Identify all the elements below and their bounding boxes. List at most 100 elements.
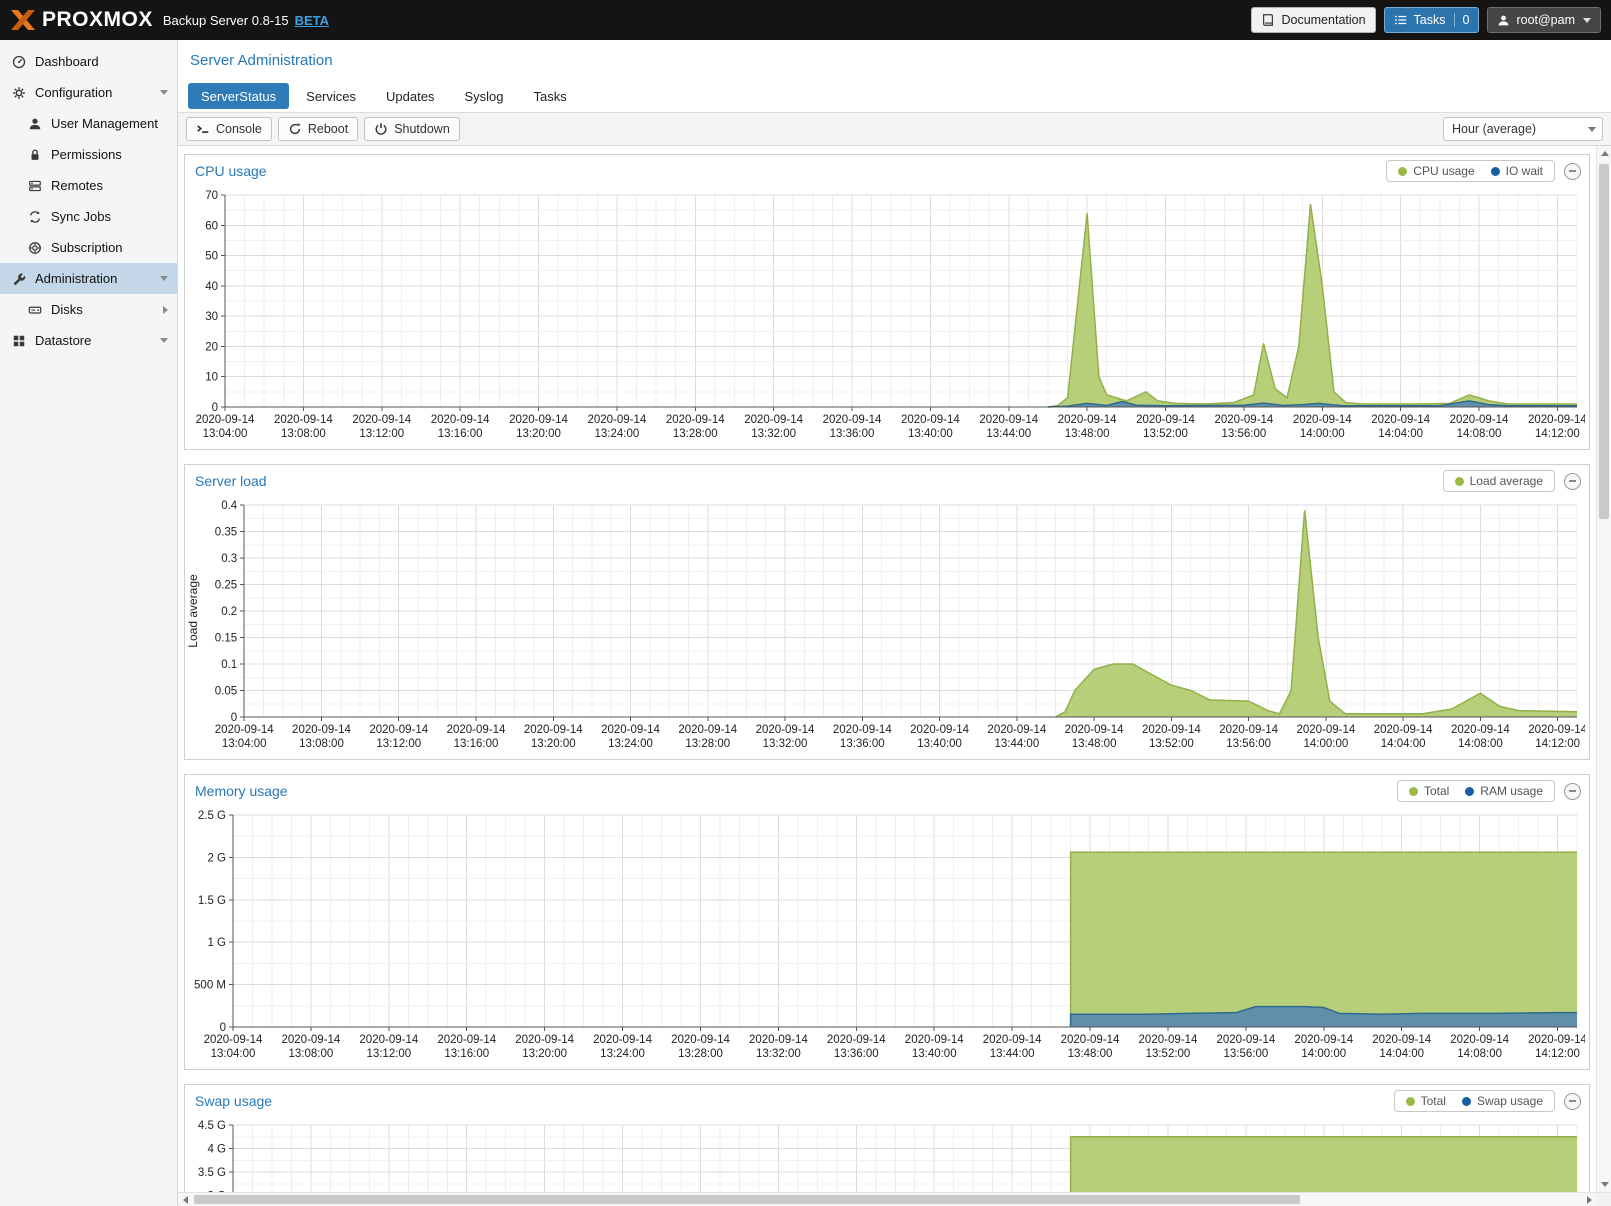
- svg-text:2020-09-14: 2020-09-14: [1139, 1034, 1198, 1046]
- svg-text:13:32:00: 13:32:00: [763, 738, 808, 750]
- svg-text:13:56:00: 13:56:00: [1226, 738, 1271, 750]
- legend-dot: [1409, 787, 1418, 796]
- svg-text:2020-09-14: 2020-09-14: [1219, 724, 1278, 736]
- collapse-panel-button[interactable]: [1564, 163, 1581, 180]
- tab-syslog[interactable]: Syslog: [451, 83, 516, 109]
- chart-title: CPU usage: [195, 163, 267, 179]
- svg-text:13:16:00: 13:16:00: [454, 738, 499, 750]
- minus-icon: [1569, 1100, 1576, 1102]
- user-menu-button[interactable]: root@pam: [1487, 7, 1601, 33]
- sidebar-item-remotes[interactable]: Remotes: [0, 170, 177, 201]
- power-icon: [374, 122, 388, 136]
- svg-text:2020-09-14: 2020-09-14: [749, 1034, 808, 1046]
- svg-text:2020-09-14: 2020-09-14: [369, 724, 428, 736]
- chevron-down-icon[interactable]: [160, 276, 168, 281]
- proxmox-logo: PROXMOX: [10, 8, 153, 32]
- svg-text:13:36:00: 13:36:00: [840, 738, 885, 750]
- scroll-up-arrow[interactable]: [1597, 146, 1611, 161]
- sidebar-item-label: Sync Jobs: [51, 209, 111, 224]
- collapse-panel-button[interactable]: [1564, 1093, 1581, 1110]
- horizontal-scroll-thumb[interactable]: [194, 1195, 1300, 1204]
- time-range-select[interactable]: Hour (average): [1443, 117, 1603, 141]
- chevron-down-icon[interactable]: [160, 90, 168, 95]
- svg-text:13:20:00: 13:20:00: [531, 738, 576, 750]
- svg-text:2020-09-14: 2020-09-14: [359, 1034, 418, 1046]
- task-list-icon: [1394, 13, 1408, 27]
- svg-text:13:56:00: 13:56:00: [1223, 1048, 1268, 1060]
- svg-text:13:52:00: 13:52:00: [1146, 1048, 1191, 1060]
- subscription-icon: [26, 241, 44, 255]
- svg-text:14:12:00: 14:12:00: [1535, 1048, 1580, 1060]
- legend-item: Load average: [1455, 474, 1543, 488]
- svg-text:2020-09-14: 2020-09-14: [1216, 1034, 1275, 1046]
- tab-services[interactable]: Services: [293, 83, 369, 109]
- sidebar-item-dashboard[interactable]: Dashboard: [0, 46, 177, 77]
- vertical-scroll-thumb[interactable]: [1599, 164, 1609, 519]
- tab-serverstatus[interactable]: ServerStatus: [188, 83, 289, 109]
- svg-text:13:48:00: 13:48:00: [1072, 738, 1117, 750]
- sidebar-item-label: Remotes: [51, 178, 103, 193]
- svg-text:2020-09-14: 2020-09-14: [756, 724, 815, 736]
- sidebar-item-subscription[interactable]: Subscription: [0, 232, 177, 263]
- shutdown-label: Shutdown: [394, 122, 450, 136]
- svg-text:2020-09-14: 2020-09-14: [437, 1034, 496, 1046]
- scroll-right-arrow[interactable]: [1582, 1193, 1596, 1206]
- svg-text:14:00:00: 14:00:00: [1301, 1048, 1346, 1060]
- tab-updates[interactable]: Updates: [373, 83, 447, 109]
- svg-text:13:44:00: 13:44:00: [990, 1048, 1035, 1060]
- svg-text:2020-09-14: 2020-09-14: [910, 724, 969, 736]
- documentation-button[interactable]: Documentation: [1251, 7, 1375, 33]
- sidebar-item-disks[interactable]: Disks: [0, 294, 177, 325]
- sidebar-item-permissions[interactable]: Permissions: [0, 139, 177, 170]
- collapse-panel-button[interactable]: [1564, 783, 1581, 800]
- vertical-scrollbar[interactable]: [1596, 146, 1611, 1192]
- svg-text:13:52:00: 13:52:00: [1149, 738, 1194, 750]
- svg-text:2020-09-14: 2020-09-14: [1451, 724, 1510, 736]
- chevron-right-icon[interactable]: [163, 306, 168, 314]
- sidebar-item-administration[interactable]: Administration: [0, 263, 177, 294]
- svg-text:0.3: 0.3: [221, 553, 237, 565]
- sidebar-item-datastore[interactable]: Datastore: [0, 325, 177, 356]
- legend-dot: [1465, 787, 1474, 796]
- sidebar-item-sync-jobs[interactable]: Sync Jobs: [0, 201, 177, 232]
- panels-viewport[interactable]: CPU usageCPU usageIO wait010203040506070…: [178, 146, 1596, 1192]
- svg-text:2020-09-14: 2020-09-14: [281, 1034, 340, 1046]
- svg-text:2020-09-14: 2020-09-14: [1294, 1034, 1353, 1046]
- scroll-left-arrow[interactable]: [178, 1193, 192, 1206]
- reboot-button[interactable]: Reboot: [278, 117, 358, 141]
- sidebar-item-label: Permissions: [51, 147, 122, 162]
- disks-icon: [26, 303, 44, 317]
- sidebar-item-configuration[interactable]: Configuration: [0, 77, 177, 108]
- svg-text:2020-09-14: 2020-09-14: [204, 1034, 263, 1046]
- svg-text:13:08:00: 13:08:00: [299, 738, 344, 750]
- collapse-panel-button[interactable]: [1564, 473, 1581, 490]
- chart-title: Memory usage: [195, 783, 288, 799]
- sidebar-nav: DashboardConfigurationUser Management Per…: [0, 40, 178, 1206]
- svg-text:500 M: 500 M: [194, 980, 226, 992]
- tab-tasks[interactable]: Tasks: [520, 83, 579, 109]
- sidebar-item-label: Datastore: [35, 333, 91, 348]
- svg-text:13:16:00: 13:16:00: [444, 1048, 489, 1060]
- chart-swap-usage: 0500 M1 G1.5 G2 G2.5 G3 G3.5 G4 G4.5 G20…: [185, 1117, 1585, 1192]
- toolbar: Console Reboot Shutdown Hour (average): [178, 112, 1611, 146]
- svg-text:13:48:00: 13:48:00: [1065, 428, 1110, 440]
- svg-text:2020-09-14: 2020-09-14: [196, 414, 255, 426]
- scroll-down-arrow[interactable]: [1597, 1177, 1611, 1192]
- console-button[interactable]: Console: [186, 117, 272, 141]
- sidebar-item-user-management[interactable]: User Management: [0, 108, 177, 139]
- svg-text:13:32:00: 13:32:00: [756, 1048, 801, 1060]
- chevron-down-icon[interactable]: [160, 338, 168, 343]
- svg-text:13:04:00: 13:04:00: [203, 428, 248, 440]
- svg-text:2020-09-14: 2020-09-14: [601, 724, 660, 736]
- svg-text:1.5 G: 1.5 G: [198, 895, 226, 907]
- svg-text:2020-09-14: 2020-09-14: [1528, 414, 1585, 426]
- svg-text:13:28:00: 13:28:00: [685, 738, 730, 750]
- tasks-button[interactable]: Tasks 0: [1384, 7, 1480, 33]
- svg-text:0: 0: [231, 712, 237, 724]
- horizontal-scrollbar[interactable]: [178, 1192, 1596, 1206]
- shutdown-button[interactable]: Shutdown: [364, 117, 460, 141]
- beta-link[interactable]: BETA: [295, 13, 329, 28]
- svg-text:13:08:00: 13:08:00: [289, 1048, 334, 1060]
- time-range-value: Hour (average): [1452, 122, 1536, 136]
- datastore-icon: [10, 334, 28, 348]
